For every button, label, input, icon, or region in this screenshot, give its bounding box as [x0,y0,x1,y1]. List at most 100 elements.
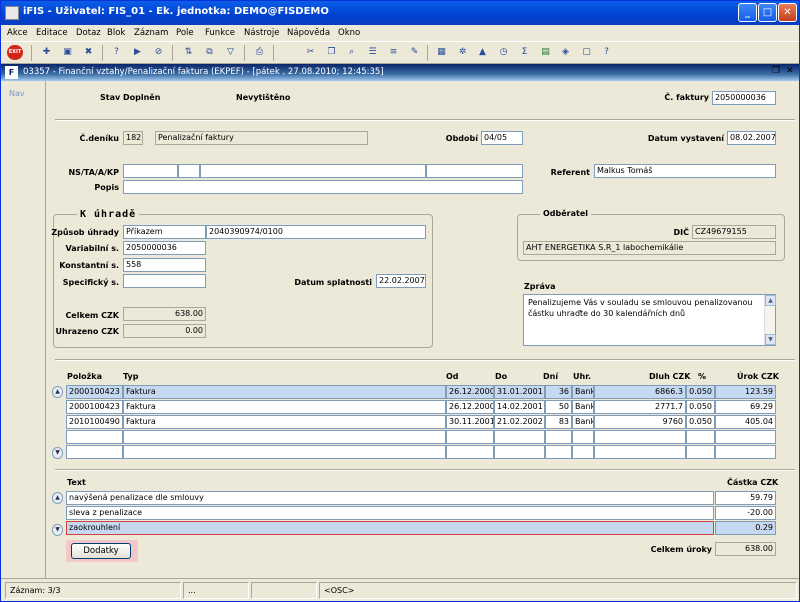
menu-dotaz[interactable]: Dotaz [76,28,101,38]
menu-funkce[interactable]: Funkce [205,28,235,38]
amount-cell[interactable]: 59.79 [715,491,776,505]
table-cell[interactable]: Bank [572,385,594,399]
help-icon[interactable]: ? [599,45,614,60]
table-cell[interactable]: 50 [545,400,572,414]
table-cell[interactable]: 2771.7 [594,400,686,414]
table-cell[interactable]: 405.04 [715,415,776,429]
list-icon[interactable]: ☰ [365,45,380,60]
maximize-button[interactable]: □ [758,3,777,22]
table-cell[interactable]: 26.12.2000 [446,400,494,414]
table-cell[interactable] [446,445,494,459]
table-cell[interactable]: 9760 [594,415,686,429]
table-cell[interactable]: Bank [572,400,594,414]
table-cell[interactable]: 30.11.2001 [446,415,494,429]
table-cell[interactable]: 6866.3 [594,385,686,399]
sum-icon[interactable]: Σ [517,45,532,60]
table-cell[interactable] [686,445,715,459]
table-cell[interactable] [715,445,776,459]
table-cell[interactable]: Faktura [123,385,446,399]
table-cell[interactable] [446,430,494,444]
text-cell[interactable]: sleva z penalizace [66,506,714,520]
find-icon[interactable]: ⌕ [344,45,359,60]
scroll-down-icon[interactable]: ▼ [52,524,63,536]
sort-icon[interactable]: ⇅ [181,45,196,60]
table-cell[interactable] [686,430,715,444]
scroll-down-icon[interactable]: ▼ [52,447,63,459]
filter-icon[interactable]: ▽ [223,45,238,60]
query-icon[interactable]: ? [109,45,124,60]
duplicate-icon[interactable]: ⧉ [202,45,217,60]
a-field[interactable] [200,164,426,178]
text-cell[interactable]: zaokrouhlení [66,521,714,535]
close-form-button[interactable]: ✕ [786,66,794,76]
table-cell[interactable]: 36 [545,385,572,399]
list-alt-icon[interactable]: ≡ [386,45,401,60]
table-cell[interactable] [572,430,594,444]
excel-icon[interactable]: ▤ [538,45,553,60]
scroll-down-icon[interactable]: ▼ [765,334,776,345]
restore-form-button[interactable]: ❐ [772,66,780,76]
table-cell[interactable] [66,430,123,444]
menu-pole[interactable]: Pole [176,28,194,38]
table-cell[interactable] [572,445,594,459]
amount-cell[interactable]: -20.00 [715,506,776,520]
menu-akce[interactable]: Akce [7,28,28,38]
table-cell[interactable]: 83 [545,415,572,429]
save-icon[interactable]: ▣ [60,45,75,60]
copy-icon[interactable]: ❐ [324,45,339,60]
table-cell[interactable]: 0.050 [686,385,715,399]
table-cell[interactable]: 14.02.2001 [494,400,545,414]
zprava-scrollbar[interactable]: ▲ ▼ [764,295,776,345]
execute-query-icon[interactable]: ▶ [130,45,145,60]
table-cell[interactable]: 123.59 [715,385,776,399]
table-cell[interactable]: 31.01.2001 [494,385,545,399]
table-cell[interactable]: 2000100423 [66,385,123,399]
table-cell[interactable]: Faktura [123,400,446,414]
referent-field[interactable]: Malkus Tomáš [594,164,776,178]
zpusob-field[interactable]: Příkazem [123,225,206,239]
obdobi-field[interactable]: 04/05 [481,131,523,145]
table-cell[interactable] [715,430,776,444]
cancel-query-icon[interactable]: ⊘ [151,45,166,60]
faktura-field[interactable]: 2050000036 [712,91,776,105]
table-cell[interactable] [594,445,686,459]
menu-nastroje[interactable]: Nástroje [244,28,279,38]
edit-icon[interactable]: ✎ [407,45,422,60]
table-cell[interactable] [545,445,572,459]
popis-field[interactable] [123,180,523,194]
table-cell[interactable]: 69.29 [715,400,776,414]
zprava-textarea[interactable]: Penalizujeme Vás v souladu se smlouvou p… [523,294,776,346]
menu-okno[interactable]: Okno [338,28,360,38]
exit-icon[interactable]: EXIT [7,45,23,60]
table-cell[interactable]: 26.12.2000 [446,385,494,399]
cdeniku-desc-field[interactable]: Penalizační faktury [155,131,368,145]
cut-icon[interactable]: ✂ [303,45,318,60]
form-icon[interactable]: ▢ [579,45,594,60]
specificky-field[interactable] [123,274,206,288]
table-cell[interactable]: 2010100490 [66,415,123,429]
nav-panel[interactable]: Nav [1,81,46,578]
minimize-button[interactable]: _ [738,3,757,22]
text-cell[interactable]: navýšená penalizace dle smlouvy [66,491,714,505]
table-cell[interactable]: 21.02.2002 [494,415,545,429]
close-button[interactable]: ✕ [778,3,797,22]
clock-icon[interactable]: ◷ [496,45,511,60]
scroll-up-icon[interactable]: ▲ [765,295,776,306]
export-icon[interactable]: ◈ [558,45,573,60]
scroll-up-icon[interactable]: ▲ [52,386,63,398]
table-cell[interactable]: 0.050 [686,415,715,429]
cdeniku-field[interactable]: 182 [123,131,143,145]
splatnost-field[interactable]: 22.02.2007 [376,274,426,288]
table-cell[interactable]: 0.050 [686,400,715,414]
amount-cell[interactable]: 0.29 [715,521,776,535]
ns-field[interactable] [123,164,178,178]
delete-record-icon[interactable]: ✖ [81,45,96,60]
menu-napoveda[interactable]: Nápověda [287,28,330,38]
ta-field[interactable] [178,164,200,178]
table-cell[interactable]: Faktura [123,415,446,429]
table-cell[interactable] [545,430,572,444]
dodatky-button[interactable]: Dodatky [71,543,131,559]
menu-blok[interactable]: Blok [107,28,125,38]
table-cell[interactable] [594,430,686,444]
scroll-up-icon[interactable]: ▲ [52,492,63,504]
